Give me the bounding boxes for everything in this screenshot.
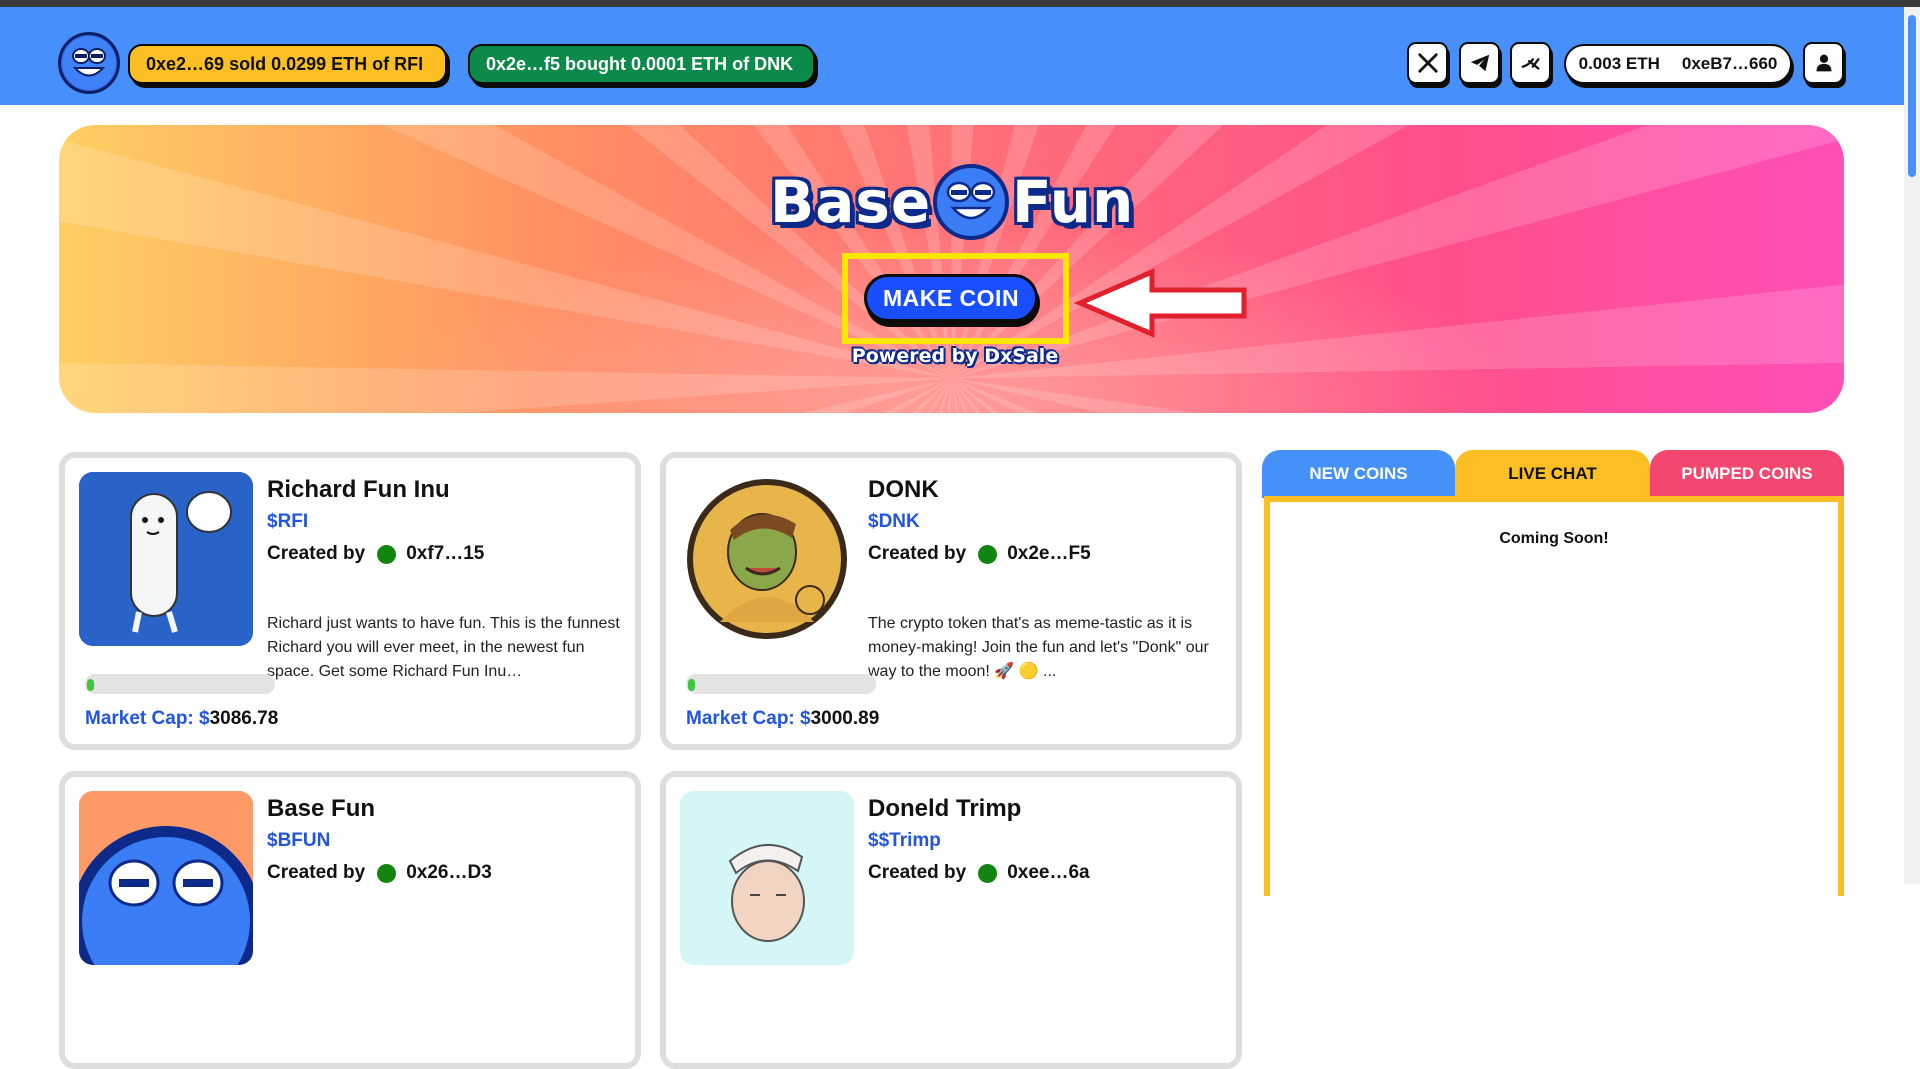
coin-name[interactable]: Base Fun: [267, 795, 375, 823]
coin-symbol: $$Trimp: [868, 830, 941, 851]
browser-top-strip: [0, 0, 1920, 7]
market-cap: Market Cap: $3086.78: [85, 708, 278, 730]
brand-word-left: Base: [770, 168, 932, 236]
coin-description: The crypto token that's as meme-tastic a…: [868, 615, 1209, 680]
brand-word-right: Fun: [1012, 168, 1135, 236]
bonding-progress-bar: [686, 674, 876, 694]
created-by-label: Created by: [868, 543, 967, 564]
coin-image: [680, 472, 854, 646]
coin-creator: Created by 0x2e…F5: [868, 543, 1091, 565]
profile-button[interactable]: [1803, 42, 1844, 84]
bonding-progress-bar: [85, 674, 275, 694]
creator-address[interactable]: 0x26…D3: [406, 862, 492, 884]
market-cap-value: 3086.78: [209, 708, 279, 729]
x-icon: [1417, 53, 1438, 73]
market-cap-value: 3000.89: [810, 708, 880, 729]
top-header: 0xe2…69 sold 0.0299 ETH of RFI 0x2e…f5 b…: [0, 7, 1904, 105]
created-by-label: Created by: [267, 862, 366, 883]
wallet-button[interactable]: 0.003 ETH 0xeB7…660: [1564, 44, 1792, 84]
creator-address[interactable]: 0x2e…F5: [1007, 543, 1090, 565]
powered-by-text: Powered by DxSale: [851, 345, 1059, 367]
creator-avatar: [978, 544, 998, 564]
ticker-sold-text: 0xe2…69 sold 0.0299 ETH of RFI: [146, 53, 424, 74]
market-cap-label: Market Cap: $: [686, 708, 811, 729]
tab-new-coins[interactable]: NEW COINS: [1262, 450, 1455, 498]
telegram-icon: [1470, 54, 1489, 72]
x-social-button[interactable]: [1407, 42, 1448, 84]
creator-avatar: [377, 544, 397, 564]
user-icon: [1816, 54, 1831, 72]
wallet-address: 0xeB7…660: [1681, 54, 1778, 73]
market-cap: Market Cap: $3000.89: [686, 708, 879, 730]
live-chat-panel: Coming Soon!: [1264, 496, 1844, 896]
creator-address[interactable]: 0xee…6a: [1007, 862, 1089, 884]
tab-pumped-coins[interactable]: PUMPED COINS: [1650, 450, 1844, 498]
coin-card[interactable]: Doneld Trimp $$Trimp Created by 0xee…6a: [660, 771, 1242, 1069]
site-logo[interactable]: [58, 32, 120, 94]
smiley-logo-icon: [62, 36, 116, 90]
tab-live-chat[interactable]: LIVE CHAT: [1455, 450, 1650, 498]
telegram-button[interactable]: [1459, 42, 1500, 84]
created-by-label: Created by: [267, 543, 366, 564]
creator-address[interactable]: 0xf7…15: [406, 543, 484, 565]
coin-description: Richard just wants to have fun. This is …: [267, 615, 620, 680]
brand-smiley-icon: [933, 164, 1009, 240]
coin-name[interactable]: DONK: [868, 476, 939, 504]
coin-card[interactable]: Richard Fun Inu $RFI Created by 0xf7…15 …: [59, 452, 641, 750]
ticker-bought-badge[interactable]: 0x2e…f5 bought 0.0001 ETH of DNK: [468, 44, 815, 84]
coin-image: [79, 791, 253, 965]
ticker-sold-badge[interactable]: 0xe2…69 sold 0.0299 ETH of RFI: [128, 44, 447, 84]
market-cap-label: Market Cap: $: [85, 708, 210, 729]
scrollbar-thumb[interactable]: [1908, 15, 1916, 177]
dx-icon: [1521, 58, 1539, 70]
coin-symbol: $DNK: [868, 511, 920, 532]
ticker-bought-text: 0x2e…f5 bought 0.0001 ETH of DNK: [486, 53, 794, 74]
brand-logo: Base Fun: [770, 162, 1133, 242]
coin-image: [79, 472, 253, 646]
progress-fill: [688, 679, 695, 691]
coin-image: [680, 791, 854, 965]
progress-fill: [87, 679, 94, 691]
chat-status-text: Coming Soon!: [1499, 530, 1609, 547]
page-scrollbar[interactable]: [1904, 7, 1920, 884]
sidebar-tabs: NEW COINS LIVE CHAT PUMPED COINS: [1262, 450, 1844, 498]
make-coin-button[interactable]: MAKE COIN: [864, 274, 1038, 322]
coin-name[interactable]: Richard Fun Inu: [267, 476, 450, 504]
wallet-balance: 0.003 ETH: [1578, 54, 1660, 73]
coin-card[interactable]: Base Fun $BFUN Created by 0x26…D3: [59, 771, 641, 1069]
creator-avatar: [377, 863, 397, 883]
coin-card[interactable]: DONK $DNK Created by 0x2e…F5 The crypto …: [660, 452, 1242, 750]
coin-creator: Created by 0xee…6a: [868, 862, 1090, 884]
coin-name[interactable]: Doneld Trimp: [868, 795, 1021, 823]
coin-symbol: $RFI: [267, 511, 309, 532]
creator-avatar: [978, 863, 998, 883]
dx-button[interactable]: [1510, 42, 1551, 84]
coin-creator: Created by 0xf7…15: [267, 543, 484, 565]
coin-symbol: $BFUN: [267, 830, 331, 851]
coin-creator: Created by 0x26…D3: [267, 862, 492, 884]
annotation-arrow-icon: [1074, 268, 1247, 338]
created-by-label: Created by: [868, 862, 967, 883]
